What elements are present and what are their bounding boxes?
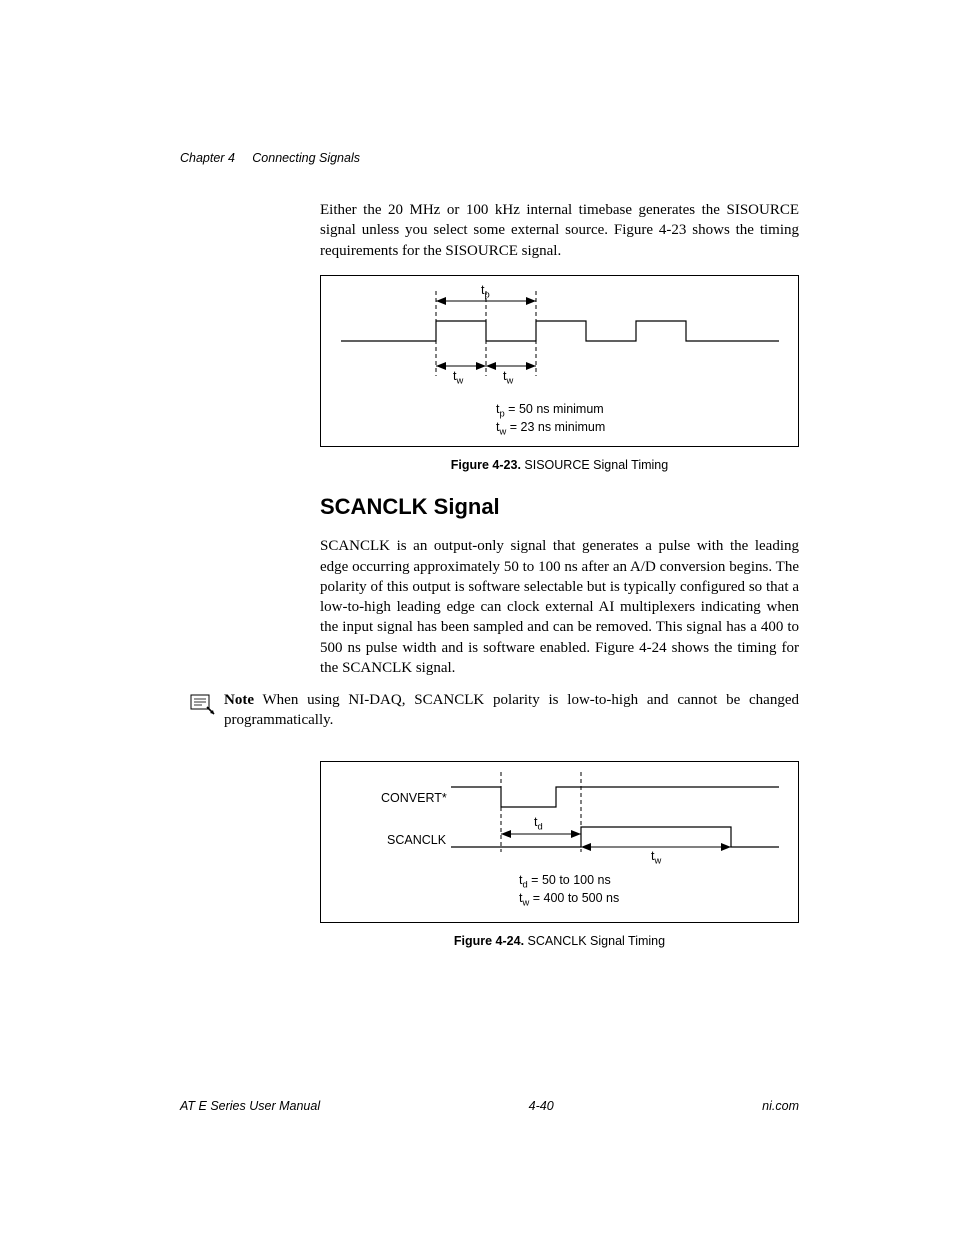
note-icon — [180, 690, 224, 716]
chapter-number: Chapter 4 — [180, 151, 235, 165]
tp-marker: tp — [481, 282, 490, 301]
figure-4-23: tp tw tw tp = 50 ns minimum tw = 23 ns m… — [320, 275, 799, 447]
footer-center: 4-40 — [529, 1098, 554, 1115]
scanclk-label: SCANCLK — [387, 832, 446, 849]
intro-paragraph: Either the 20 MHz or 100 kHz internal ti… — [320, 200, 799, 261]
footer-right: ni.com — [762, 1098, 799, 1115]
note-block: Note When using NI-DAQ, SCANCLK polarity… — [180, 690, 799, 731]
figure-4-24: CONVERT* SCANCLK td tw td = 50 to 100 ns… — [320, 761, 799, 923]
fig2-spec2: tw = 400 to 500 ns — [519, 890, 619, 909]
figure-4-24-caption: Figure 4-24. SCANCLK Signal Timing — [320, 933, 799, 950]
fig1-spec2: tw = 23 ns minimum — [496, 419, 605, 438]
tw-marker-1: tw — [453, 368, 463, 387]
td-marker: td — [534, 814, 543, 833]
section-heading-scanclk: SCANCLK Signal — [320, 492, 799, 522]
chapter-title: Connecting Signals — [252, 151, 360, 165]
running-header: Chapter 4 Connecting Signals — [180, 150, 360, 167]
page-footer: AT E Series User Manual 4-40 ni.com — [180, 1098, 799, 1115]
tw-marker-2: tw — [503, 368, 513, 387]
figure-4-23-caption: Figure 4-23. SISOURCE Signal Timing — [320, 457, 799, 474]
fig2-spec1: td = 50 to 100 ns — [519, 872, 611, 891]
scanclk-paragraph: SCANCLK is an output-only signal that ge… — [320, 536, 799, 678]
tw-marker: tw — [651, 848, 661, 867]
convert-label: CONVERT* — [381, 790, 447, 807]
note-text: Note When using NI-DAQ, SCANCLK polarity… — [224, 690, 799, 731]
footer-left: AT E Series User Manual — [180, 1098, 320, 1115]
fig1-spec1: tp = 50 ns minimum — [496, 401, 604, 420]
